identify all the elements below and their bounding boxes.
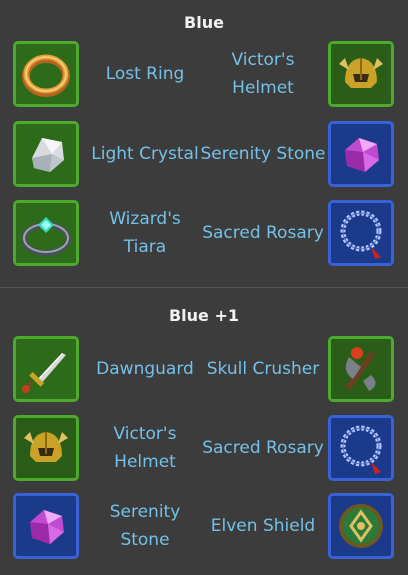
item-name-elven-shield: Elven Shield [210,516,316,536]
item-name-serenity-stone: Serenity Stone [109,502,181,550]
section-blue: Blue Lost Ring Victor's Helmet Light Cry… [0,0,408,287]
item-row: Serenity Stone Elven Shield [0,493,408,563]
item-row: Lost Ring Victor's Helmet [0,41,408,111]
tiara-icon[interactable] [13,200,79,266]
item-name-wizards-tiara: Wizard's Tiara [109,209,181,257]
item-name-victors-helmet: Victor's Helmet [231,50,295,98]
item-name-sacred-rosary: Sacred Rosary [202,438,324,458]
item-row: Wizard's Tiara Sacred Rosary [0,200,408,270]
section-title: Blue +1 [168,306,240,325]
item-name-serenity-stone: Serenity Stone [200,144,326,164]
item-name-lost-ring: Lost Ring [105,64,185,84]
gem-icon[interactable] [328,121,394,187]
item-name-light-crystal: Light Crystal [91,144,199,164]
rosary-icon[interactable] [328,200,394,266]
shield-icon[interactable] [328,493,394,559]
helmet-icon[interactable] [328,41,394,107]
section-blue-plus-1: Blue +1 Dawnguard Skull Crusher Victor's… [0,287,408,575]
item-name-sacred-rosary: Sacred Rosary [202,223,324,243]
axe-icon[interactable] [328,336,394,402]
rosary-icon[interactable] [328,415,394,481]
crystal-icon[interactable] [13,121,79,187]
helmet-icon[interactable] [13,415,79,481]
gem-icon[interactable] [13,493,79,559]
item-name-victors-helmet: Victor's Helmet [113,424,177,472]
sword-icon[interactable] [13,336,79,402]
ring-icon[interactable] [13,41,79,107]
item-row: Victor's Helmet Sacred Rosary [0,415,408,485]
item-row: Light Crystal Serenity Stone [0,121,408,191]
item-name-skull-crusher: Skull Crusher [206,359,320,379]
item-row: Dawnguard Skull Crusher [0,336,408,406]
item-name-dawnguard: Dawnguard [96,359,194,379]
section-title: Blue [184,13,224,32]
